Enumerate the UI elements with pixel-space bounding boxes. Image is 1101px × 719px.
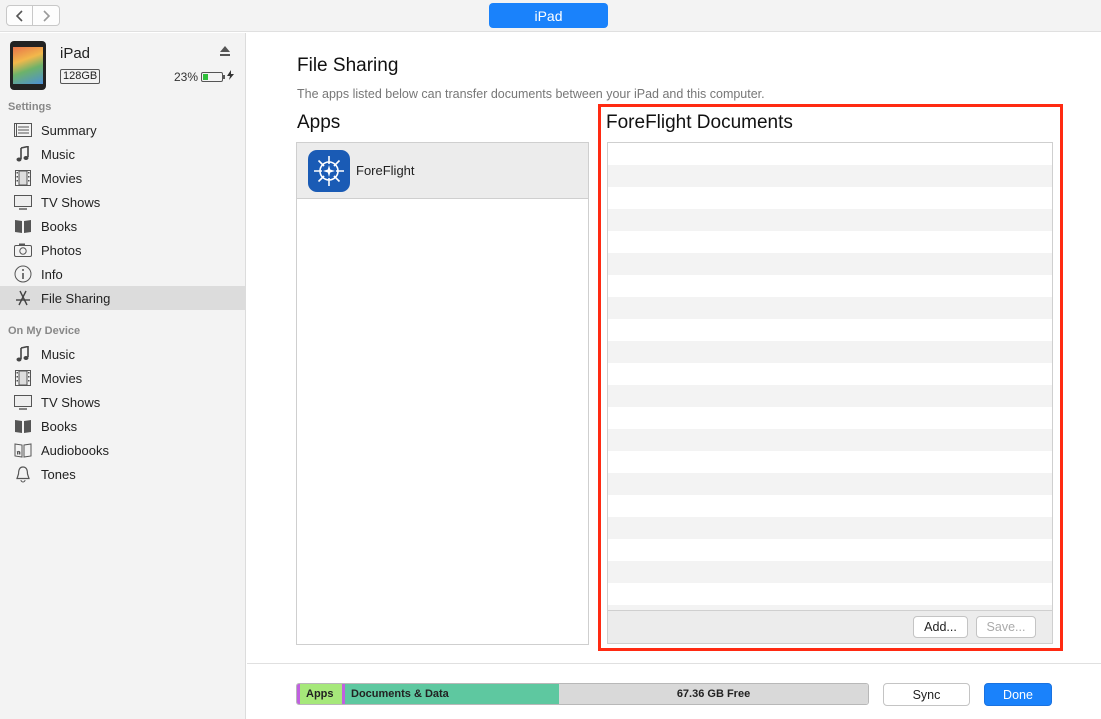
storage-segment-free: 67.36 GB Free: [559, 684, 868, 704]
sidebar-item-books[interactable]: Books: [0, 214, 245, 238]
film-icon: [13, 369, 33, 387]
sidebar-device-item-audiobooks[interactable]: Audiobooks: [0, 438, 245, 462]
bottom-bar: Apps Documents & Data 67.36 GB Free Sync…: [247, 663, 1101, 719]
device-name: iPad: [60, 45, 91, 62]
sidebar-item-label: Books: [41, 218, 78, 234]
sidebar-item-label: Music: [41, 346, 75, 362]
on-my-device-section-label: On My Device: [8, 325, 81, 337]
sidebar-item-tv-shows[interactable]: TV Shows: [0, 190, 245, 214]
page-description: The apps listed below can transfer docum…: [297, 87, 765, 101]
settings-section-label: Settings: [8, 101, 52, 113]
forward-button[interactable]: [33, 5, 60, 26]
sidebar-device-item-books[interactable]: Books: [0, 414, 245, 438]
apps-list[interactable]: ForeFlight: [296, 142, 589, 645]
sidebar-item-label: Audiobooks: [41, 442, 109, 458]
back-button[interactable]: [6, 5, 33, 26]
sidebar-item-file-sharing[interactable]: File Sharing: [0, 286, 245, 310]
storage-label-apps: Apps: [306, 688, 334, 700]
sidebar-item-label: Photos: [41, 242, 82, 258]
film-icon: [13, 169, 33, 187]
list-icon: [13, 121, 33, 139]
music-note-icon: [13, 345, 33, 363]
navigation-buttons: [6, 5, 60, 26]
toolbar: iPad: [0, 0, 1101, 32]
foreflight-app-icon: [308, 149, 350, 192]
battery-percent: 23%: [174, 70, 199, 84]
documents-list[interactable]: Add... Save...: [607, 142, 1053, 644]
sidebar-device-item-tv-shows[interactable]: TV Shows: [0, 390, 245, 414]
sidebar-item-info[interactable]: Info: [0, 262, 245, 286]
chevron-right-icon: [43, 9, 51, 22]
sync-button[interactable]: Sync: [883, 683, 970, 706]
sidebar-item-label: Info: [41, 266, 63, 282]
app-row-foreflight[interactable]: ForeFlight: [297, 143, 588, 199]
sidebar-item-label: File Sharing: [41, 290, 111, 306]
sidebar-item-movies[interactable]: Movies: [0, 166, 245, 190]
apps-heading: Apps: [297, 112, 341, 133]
sidebar-device-item-music[interactable]: Music: [0, 342, 245, 366]
bell-icon: [13, 465, 33, 483]
done-button[interactable]: Done: [984, 683, 1052, 706]
sidebar-item-music[interactable]: Music: [0, 142, 245, 166]
save-button[interactable]: Save...: [976, 616, 1036, 638]
device-capacity-badge: 128GB: [60, 69, 101, 84]
charging-bolt-icon: [227, 70, 234, 83]
tv-icon: [13, 393, 33, 411]
documents-heading: ForeFlight Documents: [606, 112, 793, 133]
sidebar-item-photos[interactable]: Photos: [0, 238, 245, 262]
ipad-thumbnail-icon: [10, 41, 46, 90]
app-store-icon: [13, 289, 33, 307]
storage-bar[interactable]: Apps Documents & Data 67.36 GB Free: [296, 683, 869, 705]
sidebar-item-label: Tones: [41, 466, 76, 482]
sidebar-device-item-movies[interactable]: Movies: [0, 366, 245, 390]
camera-icon: [13, 241, 33, 259]
sidebar-device-item-tones[interactable]: Tones: [0, 462, 245, 486]
sidebar-item-label: Summary: [41, 122, 97, 138]
book-icon: [13, 417, 33, 435]
documents-rows: [608, 143, 1052, 610]
storage-label-documents: Documents & Data: [351, 688, 449, 700]
sidebar-item-summary[interactable]: Summary: [0, 118, 245, 142]
sidebar-item-label: TV Shows: [41, 394, 101, 410]
tv-icon: [13, 193, 33, 211]
battery-icon: [201, 72, 225, 82]
sidebar: iPad 128GB 23% Settings Summary Music Movi…: [0, 33, 246, 719]
storage-segment-apps: Apps: [297, 684, 345, 704]
sidebar-item-label: Music: [41, 146, 75, 162]
app-name: ForeFlight: [356, 163, 415, 178]
info-icon: [13, 265, 33, 283]
main-content: File Sharing The apps listed below can t…: [247, 33, 1101, 719]
sidebar-item-label: Books: [41, 418, 78, 434]
storage-segment-documents: Documents & Data: [345, 684, 559, 704]
audiobook-icon: [13, 441, 33, 459]
documents-footer: Add... Save...: [608, 610, 1052, 643]
page-title: File Sharing: [297, 55, 399, 76]
add-button[interactable]: Add...: [913, 616, 968, 638]
eject-icon[interactable]: [218, 44, 232, 58]
sidebar-item-label: TV Shows: [41, 194, 101, 210]
device-button[interactable]: iPad: [489, 3, 608, 28]
music-note-icon: [13, 145, 33, 163]
chevron-left-icon: [15, 9, 23, 22]
sidebar-item-label: Movies: [41, 370, 83, 386]
storage-label-free: 67.36 GB Free: [676, 688, 751, 700]
sidebar-item-label: Movies: [41, 170, 83, 186]
book-icon: [13, 217, 33, 235]
